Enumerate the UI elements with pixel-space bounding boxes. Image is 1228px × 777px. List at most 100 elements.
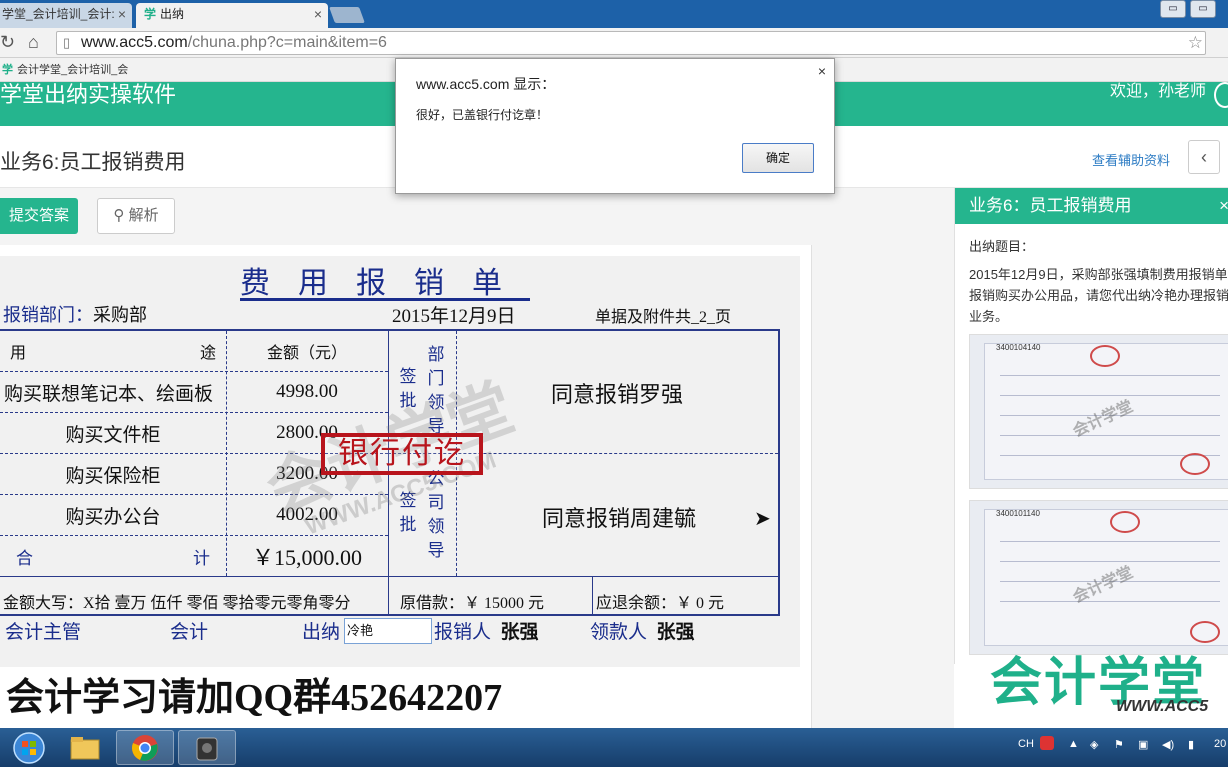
purpose-cell: 购买保险柜 [65, 465, 161, 487]
receiver-label: 领款人 [590, 622, 648, 643]
invoice-thumbnail[interactable]: 3400104140 会计学堂 [969, 334, 1228, 489]
help-materials-link[interactable]: 查看辅助资料 [1092, 150, 1170, 169]
network-icon[interactable]: ▣ [1138, 738, 1148, 751]
amount-in-words: 金额大写：X拾 壹万 伍仟 零佰 零拾零元零角零分 [3, 595, 351, 612]
home-icon[interactable]: ⌂ [28, 32, 39, 53]
bookmark-item[interactable]: 会计学堂_会计培训_会 [17, 64, 128, 76]
divider [1000, 375, 1220, 376]
brand-url: WWW.ACC5 [1116, 698, 1209, 715]
total-right: 计 [193, 548, 210, 568]
start-button-icon[interactable] [0, 730, 58, 765]
promo-text: 会计学习请加QQ群452642207 [6, 677, 503, 719]
total-left: 合 [16, 548, 33, 568]
thumbnail-code: 3400104140 [996, 343, 1041, 352]
purpose-cell: 购买联想笔记本、绘画板 [4, 383, 214, 405]
url-host: www.acc5.com [81, 34, 188, 51]
action-center-flag-icon[interactable]: ⚑ [1114, 738, 1124, 751]
claimant-label: 报销人 [434, 622, 492, 643]
site-favicon-icon: 学 [144, 7, 157, 21]
panel-label: 出纳题目： [969, 239, 1035, 254]
divider [1000, 561, 1220, 562]
address-toolbar: ↻ ⌂ ▯ www.acc5.com/chuna.php?c=main&item… [0, 28, 1228, 58]
wrench-icon: ⚲ [113, 207, 125, 224]
dept-field: 报销部门：采购部 [3, 301, 147, 327]
purpose-header-right: 途 [199, 345, 216, 362]
close-window-icon[interactable]: ▭ [1190, 0, 1216, 18]
refund-amount: 应退余额：￥ 0 元 [596, 595, 725, 612]
sogou-icon[interactable] [1040, 736, 1054, 750]
avatar[interactable] [1214, 82, 1228, 108]
page-title: 业务6:员工报销费用 [0, 151, 186, 174]
taskbar: CH ▲ ◈ ⚑ ▣ ◀) ▮ 20 [0, 728, 1228, 767]
tab-label: 出纳 [160, 7, 185, 21]
invoice-thumbnail[interactable]: 3400101140 会计学堂 [969, 500, 1228, 655]
accountant-label: 会计 [170, 622, 209, 643]
claimant-field: 报销人 张强 [434, 617, 539, 644]
form-date: 2015年12月9日 [392, 306, 516, 327]
divider [1000, 395, 1220, 396]
total-amount: ￥15,000.00 [251, 545, 362, 570]
mouse-cursor-icon: ➤ [754, 508, 771, 530]
url-field[interactable]: ▯ www.acc5.com/chuna.php?c=main&item=6 ☆ [56, 31, 1206, 55]
divider [592, 576, 593, 616]
cashier-input[interactable]: 冷艳 [344, 618, 432, 644]
attachments-count: 单据及附件共_2_页 [595, 309, 732, 326]
receiver-name: 张强 [656, 622, 695, 643]
purpose-cell: 购买办公台 [65, 506, 161, 528]
advance-amount: 原借款：￥ 15000 元 [400, 595, 545, 612]
security-shield-icon[interactable]: ◈ [1090, 738, 1098, 751]
form-title: 费用报销单 [240, 267, 530, 300]
close-tab-icon[interactable]: × [314, 3, 322, 26]
dialog-title: www.acc5.com 显示： [416, 76, 556, 92]
camera-app-icon[interactable] [178, 730, 236, 765]
welcome-text: 欢迎，孙老师 [1109, 83, 1206, 100]
browser-tab-inactive[interactable]: 学堂_会计培训_会计: × [0, 3, 132, 28]
ok-button[interactable]: 确定 [742, 143, 814, 173]
reload-icon[interactable]: ↻ [0, 32, 15, 53]
url-path: /chuna.php?c=main&item=6 [187, 34, 387, 51]
file-explorer-icon[interactable] [56, 730, 114, 765]
submit-answer-button[interactable]: 提交答案 [0, 198, 78, 234]
dept-label: 报销部门： [3, 305, 93, 325]
seal-icon [1090, 345, 1120, 367]
panel-header: 业务6：员工报销费用 × [955, 188, 1228, 224]
bookmark-favicon-icon: 学 [2, 64, 13, 76]
dept-value: 采购部 [93, 305, 147, 325]
divider [1000, 435, 1220, 436]
seal-icon [1110, 511, 1140, 533]
chrome-icon[interactable] [116, 730, 174, 765]
thumbnail-code: 3400101140 [996, 509, 1040, 518]
purpose-header: 用途 [10, 331, 216, 371]
signal-icon[interactable]: ▮ [1188, 738, 1194, 751]
divider [1000, 601, 1220, 602]
total-label: 合计 [16, 536, 210, 576]
clock[interactable]: 20 [1214, 738, 1226, 750]
page-icon: ▯ [63, 35, 71, 50]
restore-window-icon[interactable]: ▭ [1160, 0, 1186, 18]
analysis-label: 解析 [128, 207, 159, 224]
app-title: 学堂出纳实操软件 [0, 82, 177, 107]
seal-icon [1180, 453, 1210, 475]
close-tab-icon[interactable]: × [118, 3, 126, 26]
bookmark-star-icon[interactable]: ☆ [1188, 32, 1203, 54]
bank-paid-stamp[interactable]: 银行付讫 [321, 433, 483, 475]
amount-header: 金额（元） [266, 345, 347, 362]
claimant-name: 张强 [500, 622, 539, 643]
divider [0, 576, 778, 577]
alert-dialog: www.acc5.com 显示： × 很好，已盖银行付讫章！ 确定 [395, 58, 835, 194]
purpose-header-left: 用 [10, 345, 27, 362]
chevron-left-icon[interactable]: ‹ [1188, 140, 1220, 174]
close-icon[interactable]: × [1219, 188, 1228, 224]
browser-tab-active[interactable]: 学出纳 × [136, 3, 328, 28]
dialog-message: 很好，已盖银行付讫章！ [416, 108, 549, 122]
language-indicator[interactable]: CH [1018, 738, 1034, 750]
purpose-cell: 购买文件柜 [65, 424, 161, 446]
volume-icon[interactable]: ◀) [1162, 738, 1174, 751]
tab-label: 学堂_会计培训_会计: [2, 7, 115, 21]
analysis-button[interactable]: ⚲ 解析 [97, 198, 175, 234]
show-hidden-icons[interactable]: ▲ [1068, 738, 1079, 750]
close-icon[interactable]: × [818, 63, 826, 79]
panel-description: 2015年12月9日，采购部张强填制费用报销单报销购买办公用品，请您代出纳冷艳办… [969, 267, 1228, 324]
new-tab-button[interactable] [329, 7, 365, 23]
receiver-field: 领款人 张强 [590, 617, 695, 644]
